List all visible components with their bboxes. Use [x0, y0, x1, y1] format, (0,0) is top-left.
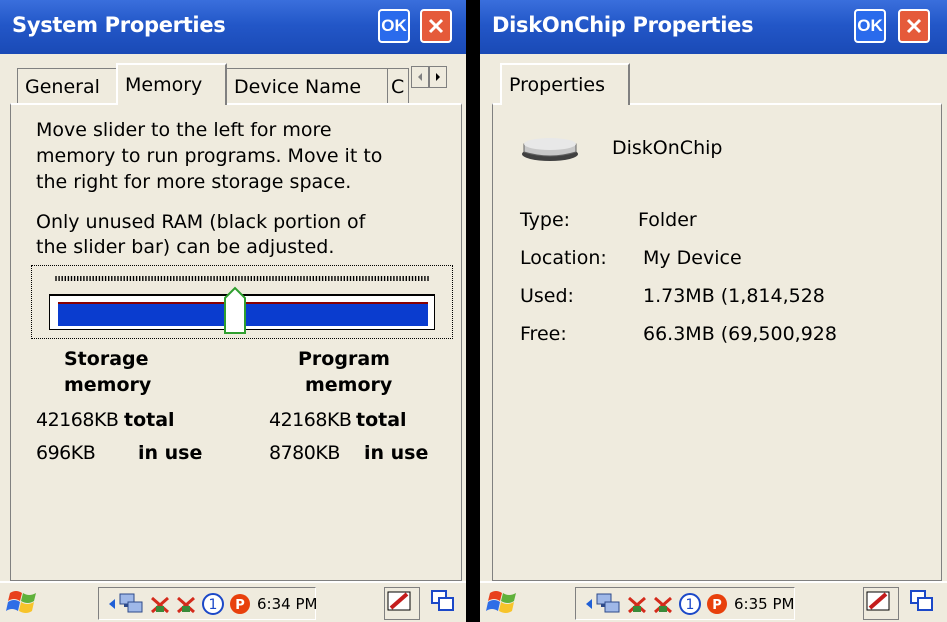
storage-total-value: 42168KB	[36, 409, 119, 431]
badge-1-icon[interactable]: 1	[678, 592, 702, 616]
tab-bar: Properties	[480, 54, 947, 105]
description-line-1: Move slider to the left for more	[36, 119, 332, 141]
free-value: 66.3MB (69,500,928	[643, 323, 837, 345]
close-button[interactable]	[898, 9, 930, 43]
close-icon	[906, 18, 922, 34]
tab-device-name[interactable]: Device Name	[226, 68, 388, 104]
svg-text:P: P	[235, 598, 245, 613]
title-bar: DiskOnChip Properties OK	[480, 0, 947, 54]
scroll-left-icon	[418, 73, 422, 81]
program-heading-2: memory	[305, 374, 393, 396]
clock[interactable]: 6:35 PM	[734, 595, 794, 613]
svg-text:1: 1	[686, 597, 695, 613]
ok-button[interactable]: OK	[854, 9, 886, 43]
taskbar: 1 P 6:35 PM	[480, 581, 947, 622]
storage-inuse-value: 696KB	[36, 442, 96, 464]
disconnected-icon[interactable]	[625, 592, 649, 616]
disconnected-icon[interactable]	[148, 592, 172, 616]
disconnected-icon[interactable]	[651, 592, 675, 616]
memory-slider[interactable]	[31, 265, 453, 339]
storage-inuse-label: in use	[138, 442, 203, 464]
window-title: System Properties	[12, 13, 226, 37]
used-label: Used:	[520, 285, 574, 307]
tab-properties[interactable]: Properties	[500, 63, 630, 105]
p-badge-icon[interactable]: P	[705, 592, 729, 616]
slider-thumb[interactable]	[223, 286, 246, 334]
ok-button[interactable]: OK	[378, 9, 410, 43]
tab-bar: General Memory Device Name C	[0, 54, 466, 105]
svg-text:P: P	[712, 598, 722, 613]
window-switch-button[interactable]	[428, 587, 464, 620]
pen-icon	[387, 591, 411, 611]
clock[interactable]: 6:34 PM	[257, 595, 317, 613]
title-bar: System Properties OK	[0, 0, 466, 54]
windows-start-icon	[6, 591, 36, 613]
window-switch-icon	[431, 590, 454, 611]
tab-general[interactable]: General	[17, 68, 117, 104]
tab-scroll-left-button[interactable]	[411, 66, 429, 88]
program-inuse-value: 8780KB	[269, 442, 340, 464]
hint-line-1: Only unused RAM (black portion of	[36, 211, 366, 233]
input-panel-button[interactable]	[863, 587, 899, 620]
system-properties-window: System Properties OK General Memory Devi…	[0, 0, 468, 622]
tab-partial[interactable]: C	[387, 68, 409, 104]
diskonchip-properties-window: DiskOnChip Properties OK Properties Disk…	[478, 0, 947, 622]
program-inuse-label: in use	[364, 442, 429, 464]
window-switch-button[interactable]	[907, 587, 943, 620]
used-value: 1.73MB (1,814,528	[643, 285, 825, 307]
program-total-label: total	[356, 409, 407, 431]
tray-scroll-left-icon[interactable]	[106, 597, 118, 611]
free-label: Free:	[520, 323, 567, 345]
window-switch-icon	[910, 590, 933, 611]
drive-name: DiskOnChip	[612, 137, 723, 159]
slider-thumb-icon	[223, 286, 246, 334]
drive-icon	[522, 138, 578, 161]
network-icon[interactable]	[595, 592, 621, 616]
taskbar: 1 P 6:34 PM	[0, 581, 466, 622]
p-badge-icon[interactable]: P	[228, 592, 252, 616]
storage-total-label: total	[124, 409, 175, 431]
scroll-right-icon	[436, 73, 440, 81]
type-value: Folder	[638, 209, 697, 231]
program-heading-1: Program	[298, 348, 390, 370]
hint-line-2: the slider bar) can be adjusted.	[36, 236, 335, 258]
storage-heading-1: Storage	[64, 348, 149, 370]
close-button[interactable]	[420, 9, 452, 43]
location-label: Location:	[520, 247, 607, 269]
type-label: Type:	[520, 209, 571, 231]
close-icon	[428, 18, 444, 34]
location-value: My Device	[643, 247, 742, 269]
start-button[interactable]	[6, 587, 46, 620]
description-line-2: memory to run programs. Move it to	[36, 145, 383, 167]
description-line-3: the right for more storage space.	[36, 171, 352, 193]
start-button[interactable]	[486, 587, 526, 620]
tab-memory[interactable]: Memory	[116, 63, 227, 105]
program-total-value: 42168KB	[269, 409, 352, 431]
windows-start-icon	[486, 591, 516, 613]
tray-scroll-left-icon[interactable]	[583, 597, 595, 611]
window-title: DiskOnChip Properties	[492, 13, 754, 37]
disconnected-icon[interactable]	[174, 592, 198, 616]
pen-icon	[866, 591, 890, 611]
svg-text:1: 1	[209, 597, 218, 613]
badge-1-icon[interactable]: 1	[201, 592, 225, 616]
network-icon[interactable]	[118, 592, 144, 616]
input-panel-button[interactable]	[384, 587, 420, 620]
tab-scroll-right-button[interactable]	[429, 66, 447, 88]
storage-heading-2: memory	[64, 374, 152, 396]
